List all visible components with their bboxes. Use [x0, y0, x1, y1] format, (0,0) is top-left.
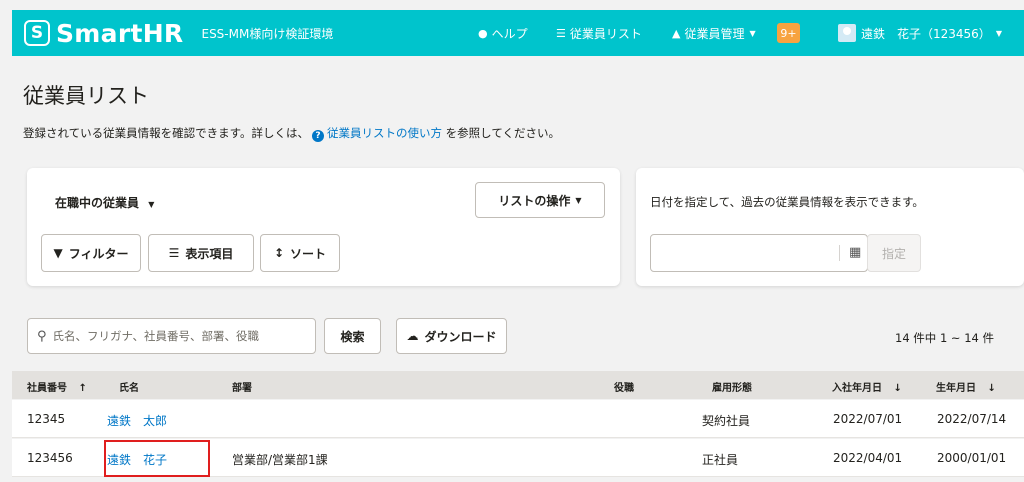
cell-employee-number: 12345	[27, 412, 66, 426]
list-actions-button[interactable]: リストの操作 ▼	[475, 182, 605, 218]
apply-date-button[interactable]: 指定	[867, 234, 921, 272]
arrow-down-icon: ↓	[893, 383, 902, 394]
header-birth-date-label: 生年月日	[936, 383, 976, 394]
calendar-icon[interactable]: ▦	[849, 245, 861, 260]
question-circle-icon: ●	[478, 26, 488, 40]
cell-employee-number: 123456	[27, 451, 73, 465]
notification-badge[interactable]: 9+	[777, 23, 800, 43]
download-label: ダウンロード	[424, 329, 497, 344]
header-name[interactable]: 氏名	[119, 379, 139, 394]
search-input[interactable]	[52, 329, 293, 343]
header-employee-number[interactable]: 社員番号 ↑	[27, 379, 87, 394]
sort-icon: ↕	[273, 246, 285, 260]
chevron-down-icon: ▼	[575, 195, 582, 205]
user-menu[interactable]: 遠鉄 花子（123456） ▼	[838, 10, 1002, 56]
filter-icon: ▼	[53, 246, 63, 260]
global-header: S SmartHR ESS-MM様向け検証環境 ● ヘルプ ☰ 従業員リスト ▲…	[12, 10, 1024, 56]
arrow-up-icon: ↑	[78, 383, 87, 394]
chevron-down-icon: ▼	[995, 28, 1002, 38]
page-title: 従業員リスト	[23, 84, 149, 108]
input-divider	[839, 245, 840, 261]
chevron-down-icon: ▼	[148, 200, 155, 209]
header-employee-number-label: 社員番号	[27, 383, 67, 394]
table-header: 社員番号 ↑ 氏名 部署 役職 雇用形態 入社年月日 ↓ 生年月日 ↓	[12, 371, 1024, 399]
cell-hire-date: 2022/07/01	[833, 412, 903, 426]
sort-button[interactable]: ↕ ソート	[260, 234, 340, 272]
list-icon: ☰	[556, 26, 566, 40]
list-controls-card: 在職中の従業員 ▼ リストの操作 ▼ ▼ フィルター ☰ 表示項目 ↕ ソート	[27, 168, 620, 286]
date-note: 日付を指定して、過去の従業員情報を表示できます。	[650, 195, 924, 209]
date-filter-card: 日付を指定して、過去の従業員情報を表示できます。 ▦ 指定	[636, 168, 1024, 286]
search-button[interactable]: 検索	[324, 318, 381, 354]
chevron-down-icon: ▼	[749, 28, 756, 38]
page-description: 登録されている従業員情報を確認できます。詳しくは、? 従業員リストの使い方 を参照…	[23, 125, 560, 142]
smarthr-logo[interactable]: S SmartHR	[24, 19, 183, 48]
download-button[interactable]: ☁ ダウンロード	[396, 318, 507, 354]
header-birth-date[interactable]: 生年月日 ↓	[936, 379, 996, 394]
cell-employment-type: 契約社員	[702, 414, 751, 428]
header-hire-date[interactable]: 入社年月日 ↓	[832, 379, 902, 394]
nav-employee-list-label: 従業員リスト	[569, 26, 642, 41]
help-link[interactable]: 従業員リストの使い方	[327, 126, 442, 140]
display-items-button[interactable]: ☰ 表示項目	[148, 234, 254, 272]
description-text-end: を参照してください。	[445, 126, 560, 140]
table-row: 12345 遠鉄 太郎 契約社員 2022/07/01 2022/07/14	[12, 400, 1024, 438]
person-icon: ▲	[672, 26, 681, 40]
nav-employee-management-label: 従業員管理	[684, 26, 745, 41]
employment-status-label: 在職中の従業員	[55, 196, 140, 210]
result-count: 14 件中 1 ~ 14 件	[895, 331, 994, 345]
cell-birth-date: 2022/07/14	[937, 412, 1007, 426]
list-icon: ☰	[168, 246, 180, 260]
date-input[interactable]: ▦	[650, 234, 868, 272]
logo-mark-icon: S	[24, 20, 50, 46]
help-circle-icon: ?	[312, 130, 325, 142]
header-hire-date-label: 入社年月日	[832, 383, 882, 394]
employment-status-dropdown[interactable]: 在職中の従業員 ▼	[55, 194, 154, 211]
search-field[interactable]: ⚲	[27, 318, 316, 354]
filter-label: フィルター	[68, 246, 129, 261]
sort-label: ソート	[290, 246, 327, 261]
display-items-label: 表示項目	[185, 246, 234, 261]
tenant-name: ESS-MM様向け検証環境	[201, 26, 334, 41]
nav-employee-management[interactable]: ▲ 従業員管理 ▼	[672, 10, 756, 56]
avatar	[838, 24, 856, 42]
search-icon: ⚲	[37, 328, 47, 344]
cell-department: 営業部/営業部1課	[232, 453, 328, 467]
header-position[interactable]: 役職	[614, 379, 634, 394]
description-text: 登録されている従業員情報を確認できます。詳しくは、	[23, 126, 310, 140]
arrow-down-icon: ↓	[987, 383, 996, 394]
nav-employee-list[interactable]: ☰ 従業員リスト	[556, 10, 642, 56]
list-actions-label: リストの操作	[498, 193, 571, 208]
logo-text: SmartHR	[56, 18, 184, 48]
cell-birth-date: 2000/01/01	[937, 451, 1007, 465]
highlight-box	[104, 440, 210, 477]
filter-button[interactable]: ▼ フィルター	[41, 234, 141, 272]
header-employment-type[interactable]: 雇用形態	[712, 379, 752, 394]
cell-name-link[interactable]: 遠鉄 太郎	[107, 412, 167, 429]
user-name: 遠鉄 花子（123456）	[861, 26, 991, 41]
nav-help[interactable]: ● ヘルプ	[478, 10, 528, 56]
cell-hire-date: 2022/04/01	[833, 451, 903, 465]
cloud-download-icon: ☁	[406, 329, 419, 343]
nav-help-label: ヘルプ	[491, 26, 528, 41]
header-department[interactable]: 部署	[232, 379, 252, 394]
cell-employment-type: 正社員	[702, 453, 739, 467]
